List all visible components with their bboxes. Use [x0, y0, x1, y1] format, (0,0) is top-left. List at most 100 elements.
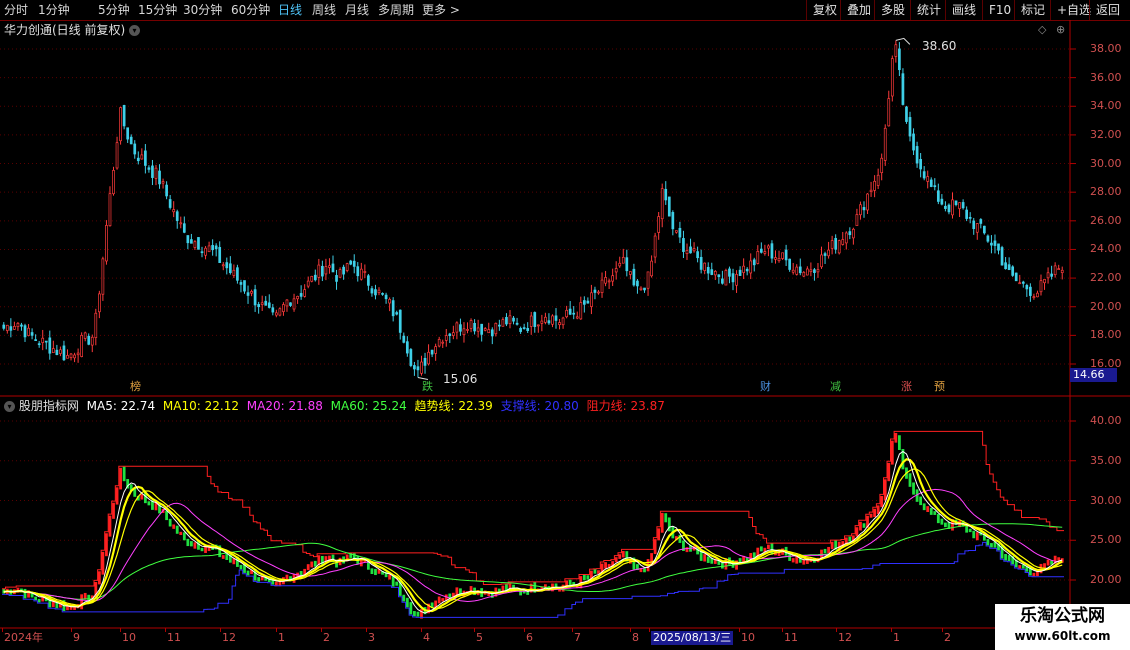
date-tick-mark	[421, 628, 422, 632]
candle-body	[512, 317, 515, 322]
indicator-bar	[186, 538, 190, 547]
indicator-bar	[1007, 555, 1011, 562]
period-tab-60min[interactable]: 60分钟	[231, 0, 270, 20]
chart-canvas[interactable]	[0, 20, 1130, 650]
candlestick-series	[2, 40, 1064, 378]
circle-plus-icon[interactable]: ⊕	[1056, 23, 1065, 36]
indicator-bar	[618, 554, 622, 559]
overlay-button[interactable]: 叠加	[840, 0, 877, 20]
indicator-bar	[887, 462, 891, 482]
period-tab-fenshi[interactable]: 分时	[4, 0, 28, 20]
candle-body	[944, 205, 947, 209]
candle-body	[359, 268, 363, 280]
event-marker-bang[interactable]: 榜	[128, 380, 143, 394]
candle-body	[324, 266, 328, 275]
indicator-bar	[770, 543, 774, 555]
event-marker-yu[interactable]: 预	[932, 380, 947, 394]
indicator-bar	[922, 503, 926, 511]
date-tick-label: 11	[784, 631, 798, 644]
indicator-bar	[175, 525, 179, 534]
candle-body	[69, 353, 73, 358]
candle-body	[430, 349, 434, 355]
candle-body	[579, 302, 583, 320]
dropdown-icon[interactable]: ▾	[129, 25, 141, 36]
ma20-line	[3, 488, 1063, 603]
candle-body	[466, 329, 469, 331]
period-tab-weekly[interactable]: 周线	[312, 0, 336, 20]
candle-body	[1053, 265, 1057, 276]
period-tab-multi[interactable]: 多周期	[378, 0, 414, 20]
candle-body	[285, 299, 289, 307]
indicator-bar	[859, 521, 862, 531]
candle-body	[763, 251, 767, 254]
price-tick-label: 36.00	[1090, 70, 1122, 84]
period-tab-1min[interactable]: 1分钟	[38, 0, 70, 20]
indicator-bar	[926, 506, 930, 512]
period-tab-30min[interactable]: 30分钟	[183, 0, 222, 20]
indicator-bar	[448, 593, 452, 598]
date-tick-mark	[2, 628, 3, 632]
draw-line-button[interactable]: 画线	[945, 0, 982, 20]
indicator-bar	[119, 467, 122, 490]
event-marker-zhang[interactable]: 涨	[899, 380, 914, 394]
candle-body	[282, 304, 285, 312]
watermark: 乐淘公式网 www.60lt.com	[995, 604, 1130, 650]
candle-body	[5, 324, 9, 331]
period-tab-15min[interactable]: 15分钟	[138, 0, 177, 20]
multi-stock-button[interactable]: 多股	[874, 0, 911, 20]
candle-body	[73, 354, 76, 359]
candle-body	[41, 337, 45, 343]
fuquan-button[interactable]: 复权	[806, 0, 843, 20]
candle-body	[342, 266, 345, 275]
period-tab-daily[interactable]: 日线	[278, 0, 302, 20]
candle-body	[193, 241, 197, 248]
candle-body	[759, 248, 763, 253]
indicator-bar	[880, 495, 884, 508]
indicator-bar	[968, 528, 972, 533]
indicator-bar	[1043, 563, 1046, 569]
ma10-value: MA10: 22.12	[162, 399, 239, 413]
candle-body	[498, 324, 501, 327]
period-tab-monthly[interactable]: 月线	[345, 0, 369, 20]
candle-body	[823, 253, 827, 256]
diamond-icon[interactable]: ◇	[1038, 23, 1046, 36]
indicator-bar	[791, 558, 795, 563]
candle-body	[653, 235, 657, 258]
event-marker-die[interactable]: 跌	[420, 380, 435, 394]
candle-body	[936, 190, 940, 202]
candle-body	[972, 220, 976, 230]
date-tick-mark	[71, 628, 72, 632]
candle-body	[455, 322, 459, 333]
candle-body	[133, 143, 137, 155]
candle-body	[44, 340, 48, 343]
price-tick-label: 22.00	[1090, 271, 1122, 285]
period-tab-5min[interactable]: 5分钟	[98, 0, 130, 20]
date-tick-label: 12	[222, 631, 236, 644]
indicator-bar	[759, 546, 763, 552]
candle-body	[568, 308, 572, 315]
candle-body	[260, 302, 264, 305]
candle-body	[582, 300, 586, 305]
indicator-bar	[1057, 557, 1061, 561]
candle-body	[915, 146, 919, 164]
event-marker-cai[interactable]: 财	[758, 380, 773, 394]
candle-body	[105, 225, 108, 262]
indicator-bar	[1032, 572, 1036, 577]
event-marker-jian[interactable]: 减	[828, 380, 843, 394]
bookmark-button[interactable]: 标记	[1014, 0, 1051, 20]
candle-body	[409, 349, 413, 366]
date-tick-mark	[942, 628, 943, 632]
indicator-tick-label: 30.00	[1090, 493, 1122, 507]
date-tick-mark	[366, 628, 367, 632]
back-button[interactable]: 返回	[1089, 0, 1126, 20]
stats-button[interactable]: 统计	[910, 0, 947, 20]
indicator-bar	[990, 543, 993, 548]
indicator-bar	[374, 568, 377, 576]
f10-button[interactable]: F10	[982, 0, 1017, 20]
indicator-bar	[313, 560, 317, 567]
period-tab-more[interactable]: 更多 >	[422, 0, 460, 20]
candle-body	[742, 265, 745, 273]
candle-body	[87, 335, 91, 345]
candle-body	[675, 230, 678, 233]
indicator-dropdown-icon[interactable]: ▾	[4, 401, 15, 412]
